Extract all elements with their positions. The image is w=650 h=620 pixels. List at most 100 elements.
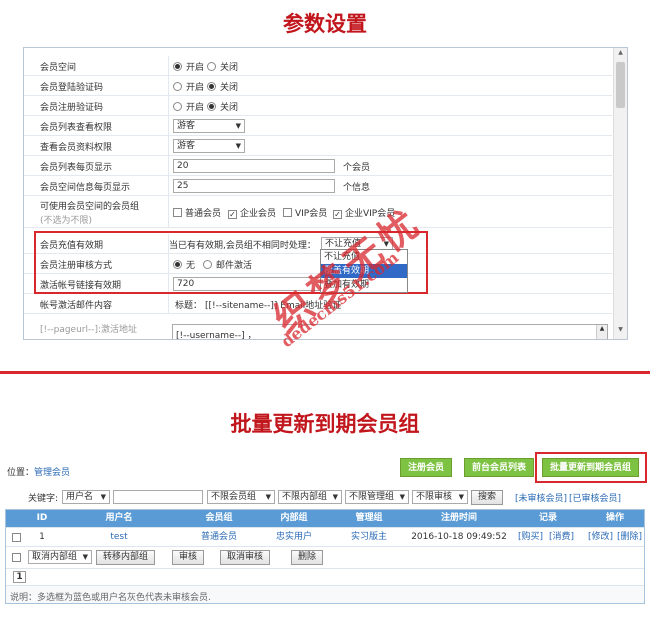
- search-button[interactable]: 搜索: [471, 490, 504, 505]
- record-consume-link[interactable]: [消费]: [549, 528, 574, 547]
- register-member-button[interactable]: 注册会员: [400, 458, 453, 477]
- setting-label: 会员空间: [40, 63, 77, 73]
- list-perm-select[interactable]: 游客 ▼: [173, 119, 245, 133]
- textarea-scrollbar[interactable]: ▲: [596, 325, 607, 339]
- panel-scrollbar[interactable]: ▲ ▼: [613, 48, 627, 339]
- cell-id: 1: [39, 532, 45, 542]
- review-button[interactable]: 审核: [172, 550, 205, 565]
- checkbox-icon: [283, 208, 292, 217]
- pagination: 1: [6, 568, 644, 585]
- delete-button[interactable]: 删除: [291, 550, 324, 565]
- select-all-checkbox[interactable]: [12, 553, 21, 562]
- col-header-username: 用户名: [105, 513, 133, 523]
- inner-group-select[interactable]: 不限内部组 ▼: [278, 490, 342, 504]
- chevron-down-icon: ▼: [235, 142, 241, 150]
- col-header-id: ID: [36, 513, 48, 523]
- recharge-dropdown-list: 不让充值 覆盖有效期 叠加有效期: [320, 249, 408, 293]
- page-title-settings: 参数设置: [283, 11, 367, 36]
- cell-username[interactable]: test: [58, 528, 180, 547]
- cell-inner-group[interactable]: 忠实用户: [258, 528, 330, 547]
- settings-panel: 会员空间 开启 关闭 会员登陆验证码 开启 关闭 会员注册验证码 开启 关闭 会…: [23, 47, 628, 340]
- batch-update-button[interactable]: 批量更新到期会员组: [542, 458, 640, 477]
- search-bar: 关键字: 用户名 ▼ 不限会员组 ▼ 不限内部组 ▼ 不限管理组 ▼ 不限审核 ▼ 搜索 …: [5, 487, 645, 507]
- col-header-record: 记录: [538, 513, 557, 523]
- keyword-label: 关键字:: [28, 494, 59, 504]
- cell-group[interactable]: 普通会员: [182, 528, 256, 547]
- delete-link[interactable]: [删除]: [617, 528, 642, 547]
- setting-label: 会员注册验证码: [40, 103, 104, 113]
- section-divider: [0, 371, 650, 374]
- dropdown-option[interactable]: 不让充值: [321, 250, 407, 264]
- chevron-down-icon: ▼: [265, 493, 271, 501]
- setting-row-list-perm: 会员列表查看权限 游客 ▼: [24, 116, 612, 136]
- setting-label: 会员登陆验证码: [40, 83, 104, 93]
- radio-icon: [207, 62, 216, 71]
- checkbox-group-enterprise-vip[interactable]: ✓ 企业VIP会员: [333, 206, 395, 219]
- row-checkbox[interactable]: [12, 533, 21, 542]
- chevron-down-icon: ▼: [458, 493, 464, 501]
- radio-login-captcha-on[interactable]: 开启: [173, 80, 204, 93]
- cancel-inner-group-select[interactable]: 取消内部组 ▼: [28, 550, 92, 564]
- list-page-size-input[interactable]: 20: [173, 159, 335, 173]
- edit-link[interactable]: [修改]: [588, 528, 613, 547]
- setting-label: [!--pageurl--]:激活地址: [40, 325, 138, 335]
- unreviewed-link[interactable]: [未审核会员]: [515, 491, 567, 504]
- radio-member-space-on[interactable]: 开启: [173, 60, 204, 73]
- keyword-input[interactable]: [113, 490, 203, 504]
- reviewed-link[interactable]: [已审核会员]: [569, 491, 621, 504]
- table-note: 说明：多选框为蓝色或用户名灰色代表未审核会员.: [6, 585, 644, 603]
- col-header-reg-time: 注册时间: [440, 513, 477, 523]
- setting-label: 会员列表查看权限: [40, 123, 113, 133]
- setting-row-list-page-size: 会员列表每页显示 20 个会员: [24, 156, 612, 176]
- dropdown-option-selected[interactable]: 覆盖有效期: [321, 264, 407, 278]
- record-buy-link[interactable]: [购买]: [518, 528, 543, 547]
- chevron-down-icon: ▼: [100, 493, 106, 501]
- radio-login-captcha-off[interactable]: 关闭: [207, 80, 238, 93]
- setting-row-login-captcha: 会员登陆验证码 开启 关闭: [24, 76, 612, 96]
- table-header: ID 用户名 会员组 内部组 管理组 注册时间 记录 操作: [6, 510, 644, 527]
- setting-row-member-space: 会员空间 开启 关闭: [24, 56, 612, 76]
- page-number[interactable]: 1: [13, 571, 26, 583]
- chevron-down-icon: ▼: [399, 493, 405, 501]
- col-header-actions: 操作: [605, 513, 624, 523]
- member-list-panel: 位置：管理会员 注册会员 前台会员列表 批量更新到期会员组 关键字: 用户名 ▼ …: [5, 450, 647, 610]
- radio-register-captcha-off[interactable]: 关闭: [207, 100, 238, 113]
- cancel-review-button[interactable]: 取消审核: [220, 550, 271, 565]
- bulk-actions-row: 取消内部组 ▼ 转移内部组 审核 取消审核 删除: [6, 546, 644, 568]
- field-select[interactable]: 用户名 ▼: [62, 490, 110, 504]
- cell-admin-group[interactable]: 实习版主: [332, 528, 406, 547]
- radio-selected-icon: [207, 82, 216, 91]
- breadcrumb-link[interactable]: 管理会员: [34, 468, 70, 478]
- radio-icon: [173, 82, 182, 91]
- unit-label: 个会员: [343, 163, 371, 173]
- setting-label: 可使用会员空间的会员组 (不选为不限): [40, 202, 140, 226]
- move-inner-group-button[interactable]: 转移内部组: [96, 550, 156, 565]
- space-page-size-input[interactable]: 25: [173, 179, 335, 193]
- checkbox-group-vip[interactable]: VIP会员: [283, 206, 327, 219]
- profile-perm-select[interactable]: 游客 ▼: [173, 139, 245, 153]
- checkbox-group-enterprise[interactable]: ✓ 企业会员: [228, 206, 276, 219]
- mail-subject-value[interactable]: [[!--sitename--]] Email地址验证: [205, 298, 341, 311]
- col-header-group: 会员组: [205, 513, 233, 523]
- scroll-down-icon[interactable]: ▼: [614, 326, 627, 338]
- checkbox-icon: [173, 208, 182, 217]
- review-select[interactable]: 不限审核 ▼: [412, 490, 468, 504]
- mail-body-textarea[interactable]: [!--username--] ， ▲: [172, 324, 608, 340]
- admin-group-select[interactable]: 不限管理组 ▼: [345, 490, 409, 504]
- mail-body-text: [!--username--] ，: [176, 331, 257, 340]
- setting-row-register-captcha: 会员注册验证码 开启 关闭: [24, 96, 612, 116]
- scroll-up-icon[interactable]: ▲: [614, 49, 627, 61]
- group-select[interactable]: 不限会员组 ▼: [207, 490, 275, 504]
- setting-label: 会员列表每页显示: [40, 163, 113, 173]
- chevron-down-icon: ▼: [332, 493, 338, 501]
- setting-sublabel: (不选为不限): [40, 216, 93, 226]
- frontend-list-button[interactable]: 前台会员列表: [464, 458, 535, 477]
- chevron-down-icon: ▼: [82, 553, 88, 561]
- setting-row-activation-mail: 帐号激活邮件内容 标题： [[!--sitename--]] Email地址验证: [24, 294, 612, 314]
- setting-label: 会员空间信息每页显示: [40, 183, 131, 193]
- scroll-thumb[interactable]: [616, 62, 625, 108]
- checkbox-group-normal[interactable]: 普通会员: [173, 206, 221, 219]
- radio-member-space-off[interactable]: 关闭: [207, 60, 238, 73]
- dropdown-option[interactable]: 叠加有效期: [321, 278, 407, 292]
- radio-register-captcha-on[interactable]: 开启: [173, 100, 204, 113]
